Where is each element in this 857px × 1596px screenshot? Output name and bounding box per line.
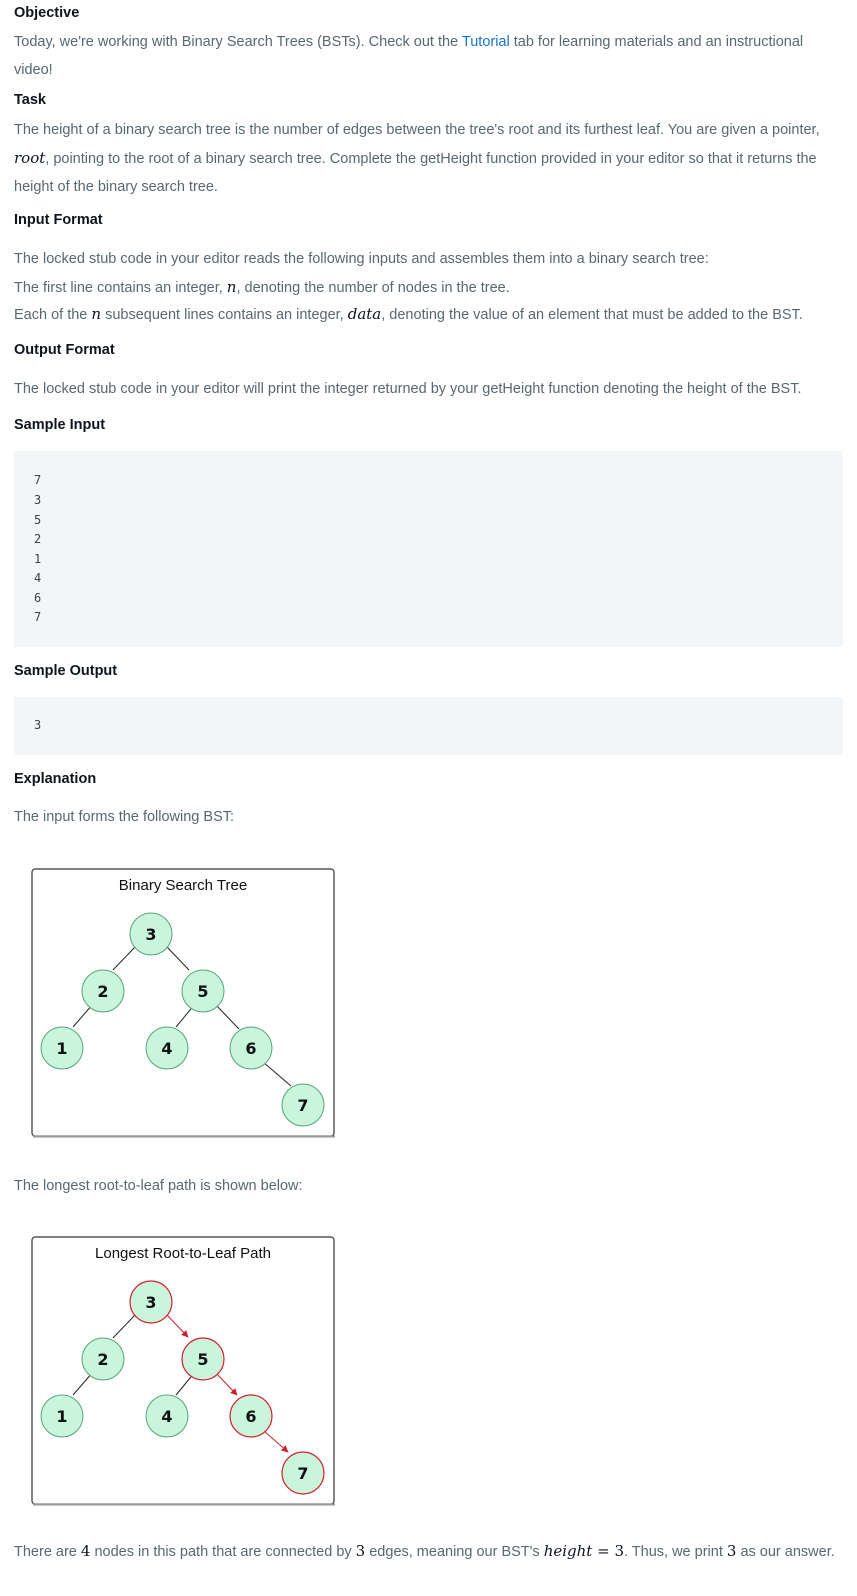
output-format-text: The locked stub code in your editor will…: [14, 381, 802, 397]
sample-input-line: 5: [34, 513, 42, 527]
task-text: The height of a binary search tree is th…: [14, 122, 820, 195]
tree-node-label: 4: [161, 1407, 172, 1426]
task-heading: Task: [14, 92, 46, 108]
sample-input-heading: Sample Input: [14, 417, 106, 433]
bst-figure: Binary Search Tree 3 2 5 1 4 6 7: [31, 868, 337, 1140]
sample-input-line: 2: [34, 532, 42, 546]
explanation-conclusion: There are 4 nodes in this path that are …: [14, 1542, 835, 1560]
longest-path-figure: Longest Root-to-Leaf Path 3 2 5 1 4 6 7: [31, 1236, 337, 1508]
input-format-line-3: Each of the n subsequent lines contains …: [14, 305, 803, 323]
tree-node-label: 3: [145, 1293, 156, 1312]
tree-node-label: 7: [297, 1464, 308, 1483]
explanation-heading: Explanation: [14, 771, 97, 787]
objective-heading: Objective: [14, 5, 80, 21]
figure-title: Binary Search Tree: [119, 877, 247, 894]
sample-output-line: 3: [34, 718, 42, 732]
tree-node-label: 1: [56, 1407, 67, 1426]
input-format-heading: Input Format: [14, 212, 103, 228]
sample-input-line: 3: [34, 493, 42, 507]
tree-node-label: 1: [56, 1039, 67, 1058]
sample-input-line: 1: [34, 552, 42, 566]
sample-output-block[interactable]: 3: [14, 697, 843, 755]
tree-node-label: 2: [97, 1350, 108, 1369]
objective-text: Today, we're working with Binary Search …: [14, 34, 804, 78]
output-format-heading: Output Format: [14, 342, 115, 358]
path-intro: The longest root-to-leaf path is shown b…: [14, 1178, 303, 1194]
sample-input-line: 7: [34, 610, 42, 624]
tree-node-label: 6: [245, 1039, 256, 1058]
input-format-line-1: The locked stub code in your editor read…: [14, 251, 709, 267]
tree-node-label: 5: [197, 982, 208, 1001]
sample-input-line: 4: [34, 571, 42, 585]
explanation-intro: The input forms the following BST:: [14, 809, 235, 825]
tree-node-label: 5: [197, 1350, 208, 1369]
sample-input-line: 7: [34, 473, 42, 487]
tree-node-label: 6: [245, 1407, 256, 1426]
sample-input-line: 6: [34, 591, 42, 605]
sample-input-block[interactable]: 7 3 5 2 1 4 6 7: [14, 451, 843, 647]
tree-node-label: 4: [161, 1039, 172, 1058]
tutorial-link[interactable]: Tutorial: [462, 34, 510, 50]
tree-node-label: 2: [97, 982, 108, 1001]
tree-node-label: 7: [297, 1096, 308, 1115]
input-format-line-2: The first line contains an integer, n, d…: [14, 278, 510, 296]
sample-output-heading: Sample Output: [14, 663, 118, 679]
math-root: root: [14, 149, 46, 167]
figure-title: Longest Root-to-Leaf Path: [95, 1245, 271, 1262]
tree-node-label: 3: [145, 925, 156, 944]
